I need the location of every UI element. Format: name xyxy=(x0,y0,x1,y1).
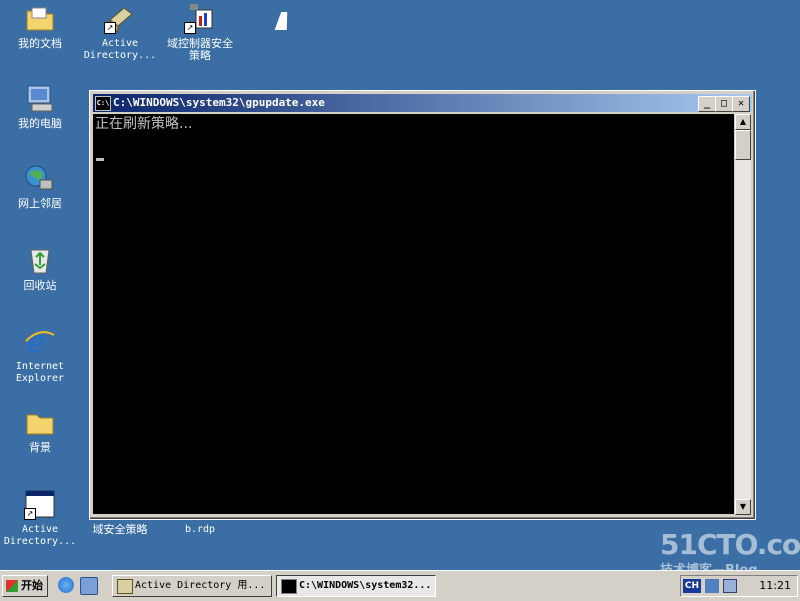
scroll-down-button[interactable]: ▼ xyxy=(735,499,751,515)
taskbar: 开始 Active Directory 用... C:\WINDOWS\syst… xyxy=(0,570,800,601)
desktop-icon-label: 背景 xyxy=(29,441,51,454)
shortcut-arrow-icon: ↗ xyxy=(24,508,36,520)
watermark-main: 51CTO.com xyxy=(660,528,800,561)
desktop-icon-label: 域控制器安全 策略 xyxy=(167,37,233,62)
desktop-icon-dc-security-policy[interactable]: ↗ 域控制器安全 策略 xyxy=(162,2,238,62)
text-cursor xyxy=(96,158,104,161)
maximize-button[interactable]: □ xyxy=(715,96,733,112)
desktop-icon-label: Active Directory... xyxy=(83,38,157,61)
window-title: C:\WINDOWS\system32\gpupdate.exe xyxy=(113,96,325,109)
console-icon: ↗ xyxy=(24,488,56,520)
title-bar[interactable]: C:\ C:\WINDOWS\system32\gpupdate.exe _ □… xyxy=(93,94,752,112)
desktop-icon-label: 我的电脑 xyxy=(18,117,62,130)
server-icon xyxy=(117,579,133,594)
language-indicator[interactable]: CH xyxy=(683,579,701,593)
desktop-icon-my-computer[interactable]: 我的电脑 xyxy=(2,82,78,130)
desktop-icon-label: 回收站 xyxy=(23,279,57,292)
ie-icon[interactable] xyxy=(58,577,74,593)
start-button[interactable]: 开始 xyxy=(2,575,48,597)
minimize-button[interactable]: _ xyxy=(698,96,716,112)
scroll-up-button[interactable]: ▲ xyxy=(735,114,751,130)
desktop-icon-background-folder[interactable]: 背景 xyxy=(2,406,78,454)
desktop-icon-network-places[interactable]: 网上邻居 xyxy=(2,162,78,210)
desktop-icon-label: 我的文档 xyxy=(18,37,62,50)
desktop-icon-recycle-bin[interactable]: 回收站 xyxy=(2,244,78,292)
ie-icon: e xyxy=(24,325,56,360)
desktop-icon-label: 网上邻居 xyxy=(18,197,62,210)
task-label: C:\WINDOWS\system32... xyxy=(299,580,432,591)
desktop-icon-active-directory[interactable]: ↗ Active Directory... xyxy=(82,2,158,62)
mouse-pointer-icon xyxy=(274,12,294,30)
desktop-icon-label: Internet Explorer xyxy=(15,361,65,384)
console-output-area[interactable]: 正在刷新策略... xyxy=(93,114,734,514)
display-icon[interactable] xyxy=(723,579,737,593)
desktop-icon-my-documents[interactable]: 我的文档 xyxy=(2,2,78,50)
clock[interactable]: 11:21 xyxy=(759,576,791,596)
desktop-icon-label: 域安全策略 xyxy=(92,523,148,536)
windows-logo-icon xyxy=(6,580,18,592)
scroll-thumb[interactable] xyxy=(735,130,751,160)
show-desktop-icon[interactable] xyxy=(80,577,98,595)
task-active-directory[interactable]: Active Directory 用... xyxy=(112,575,272,597)
folder-icon xyxy=(24,2,56,34)
console-output-line: 正在刷新策略... xyxy=(95,116,193,132)
policy-icon: ↗ xyxy=(184,2,216,34)
computer-icon xyxy=(24,82,56,114)
desktop-icon-active-directory-2[interactable]: ↗ Active Directory... xyxy=(2,488,78,548)
task-console[interactable]: C:\WINDOWS\system32... xyxy=(276,575,436,597)
start-label: 开始 xyxy=(21,579,43,592)
server-icon: ↗ xyxy=(104,2,136,34)
network-icon xyxy=(24,162,56,194)
svg-text:e: e xyxy=(28,325,46,357)
console-window[interactable]: C:\ C:\WINDOWS\system32\gpupdate.exe _ □… xyxy=(89,90,756,520)
console-icon: C:\ xyxy=(95,96,111,111)
folder-icon xyxy=(24,406,56,438)
task-label: Active Directory 用... xyxy=(135,580,266,591)
desktop-icon-label: Active Directory... xyxy=(3,524,77,547)
desktop-icon-internet-explorer[interactable]: e Internet Explorer xyxy=(2,325,78,385)
console-icon xyxy=(281,579,297,594)
shortcut-arrow-icon: ↗ xyxy=(184,22,196,34)
recycle-bin-icon xyxy=(24,244,56,276)
vertical-scrollbar[interactable]: ▲ ▼ xyxy=(735,114,751,515)
network-status-icon[interactable] xyxy=(705,579,719,593)
shortcut-arrow-icon: ↗ xyxy=(104,22,116,34)
system-tray: CH 11:21 xyxy=(680,575,798,597)
desktop-icon-label: b.rdp xyxy=(184,524,216,535)
close-button[interactable]: ✕ xyxy=(732,96,750,112)
